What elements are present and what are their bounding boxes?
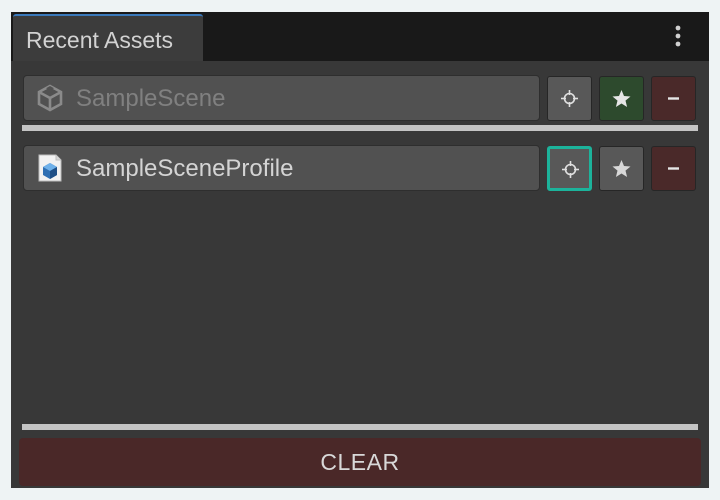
- separator: [22, 424, 698, 430]
- vertical-ellipsis-icon: [675, 25, 681, 47]
- recent-assets-window: Recent Assets SampleScene SampleScenePro…: [11, 12, 709, 488]
- crosshair-icon: [562, 161, 579, 178]
- unity-scene-icon: [37, 84, 63, 112]
- asset-name: SampleScene: [76, 85, 226, 112]
- tab-bar: Recent Assets: [11, 12, 709, 61]
- asset-name: SampleSceneProfile: [76, 155, 294, 182]
- crosshair-icon: [561, 90, 578, 107]
- star-icon: [612, 160, 631, 177]
- recent-asset-row: SampleSceneProfile: [23, 145, 699, 191]
- favorite-button[interactable]: [599, 76, 644, 121]
- asset-object-field[interactable]: SampleScene: [23, 75, 540, 121]
- locate-button[interactable]: [547, 76, 592, 121]
- minus-icon: [668, 167, 679, 170]
- tab-title: Recent Assets: [26, 27, 174, 53]
- star-icon: [612, 90, 631, 107]
- clear-button-label: CLEAR: [320, 449, 400, 475]
- separator: [22, 125, 698, 131]
- remove-button[interactable]: [651, 76, 696, 121]
- asset-object-field[interactable]: SampleSceneProfile: [23, 145, 540, 191]
- remove-button[interactable]: [651, 146, 696, 191]
- favorite-button[interactable]: [599, 146, 644, 191]
- locate-button[interactable]: [547, 146, 592, 191]
- clear-button[interactable]: CLEAR: [19, 438, 701, 486]
- tab-recent-assets[interactable]: Recent Assets: [13, 14, 203, 61]
- minus-icon: [668, 97, 679, 100]
- window-menu-button[interactable]: [667, 20, 689, 52]
- scriptable-object-icon: [38, 154, 62, 182]
- recent-asset-row: SampleScene: [23, 75, 699, 121]
